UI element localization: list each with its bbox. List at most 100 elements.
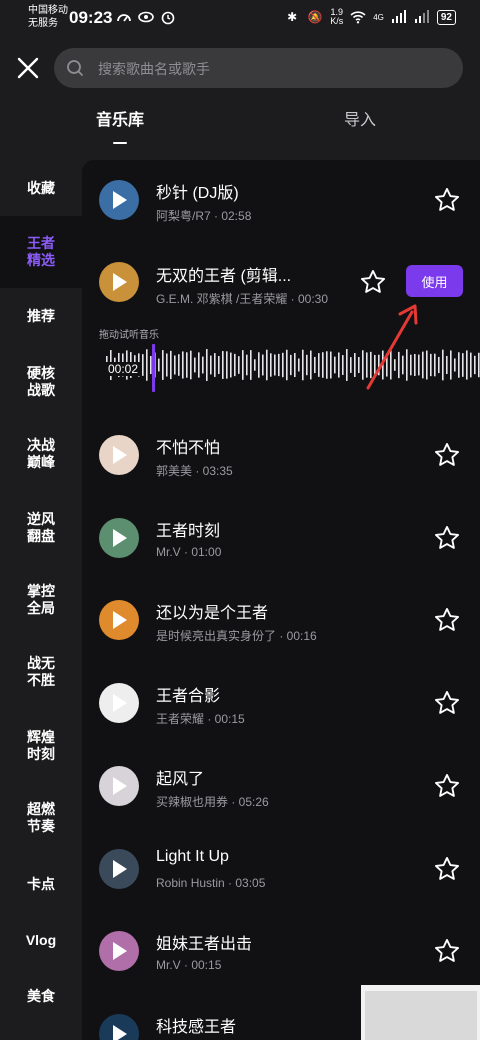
playhead-handle[interactable] bbox=[152, 344, 155, 392]
waveform-bar bbox=[314, 356, 316, 374]
waveform-bar bbox=[158, 358, 160, 372]
song-row[interactable]: Light It Up Robin Hustin · 03:05 bbox=[82, 829, 480, 909]
sidebar-item-vlog[interactable]: Vlog bbox=[0, 912, 82, 968]
sidebar-item-hype-beat[interactable]: 超燃 节奏 bbox=[0, 782, 82, 854]
waveform-bar bbox=[246, 354, 248, 376]
song-meta: G.E.M. 邓紫棋 /王者荣耀 · 00:30 bbox=[156, 292, 329, 306]
waveform-bar bbox=[178, 354, 180, 376]
song-cover[interactable] bbox=[99, 1014, 139, 1040]
song-row[interactable]: 王者时刻 Mr.V · 01:00 bbox=[82, 498, 480, 578]
sidebar-item-label: 收藏 bbox=[27, 179, 55, 196]
waveform-bar bbox=[306, 354, 308, 376]
sidebar-item-label: 掌控 全局 bbox=[27, 583, 55, 616]
waveform-bar bbox=[166, 353, 168, 377]
play-icon bbox=[113, 191, 127, 209]
waveform-bar bbox=[478, 352, 480, 378]
song-row[interactable]: 起风了 买辣椒也用券 · 05:26 bbox=[82, 746, 480, 826]
song-cover[interactable] bbox=[99, 180, 139, 220]
song-row[interactable]: 姐妹王者出击 Mr.V · 00:15 bbox=[82, 911, 480, 991]
waveform-bar bbox=[286, 349, 288, 381]
star-outline-icon[interactable] bbox=[359, 268, 387, 296]
song-title: 无双的王者 (剪辑... bbox=[156, 268, 292, 285]
sidebar-item-invincible[interactable]: 战无 不胜 bbox=[0, 636, 82, 708]
sidebar-item-label: 硬核 战歌 bbox=[27, 365, 55, 398]
speedometer-icon bbox=[117, 14, 131, 22]
waveform-bar bbox=[302, 349, 304, 381]
play-icon bbox=[113, 694, 127, 712]
waveform-bar bbox=[222, 351, 224, 379]
play-icon bbox=[113, 529, 127, 547]
floating-thumbnail-image bbox=[365, 991, 477, 1040]
song-title: 起风了 bbox=[156, 771, 205, 788]
carrier-service: 无服务 bbox=[28, 18, 58, 29]
sidebar-item-label: 卡点 bbox=[27, 875, 55, 892]
sidebar-item-food[interactable]: 美食 bbox=[0, 968, 82, 1024]
floating-thumbnail[interactable] bbox=[361, 985, 480, 1040]
song-cover[interactable] bbox=[99, 931, 139, 971]
waveform-bar bbox=[262, 354, 264, 376]
star-outline-icon[interactable] bbox=[433, 524, 461, 552]
waveform-bar bbox=[282, 352, 284, 378]
song-cover[interactable] bbox=[99, 766, 139, 806]
waveform-bar bbox=[290, 354, 292, 376]
play-icon bbox=[113, 942, 127, 960]
waveform-bar bbox=[218, 356, 220, 374]
waveform-bar bbox=[250, 350, 252, 380]
waveform-bar bbox=[174, 355, 176, 375]
star-outline-icon[interactable] bbox=[433, 937, 461, 965]
sidebar-item-showdown[interactable]: 决战 巅峰 bbox=[0, 418, 82, 490]
sidebar-item-favorites[interactable]: 收藏 bbox=[0, 160, 82, 216]
waveform-bar bbox=[206, 349, 208, 381]
star-outline-icon[interactable] bbox=[433, 689, 461, 717]
play-icon bbox=[113, 860, 127, 878]
waveform-bar bbox=[186, 352, 188, 378]
star-outline-icon[interactable] bbox=[433, 441, 461, 469]
song-row[interactable]: 秒针 (DJ版) 阿梨粤/R7 · 02:58 bbox=[82, 160, 480, 240]
sidebar-item-beat-sync[interactable]: 卡点 bbox=[0, 856, 82, 912]
song-cover[interactable] bbox=[99, 262, 139, 302]
waveform-bar bbox=[230, 352, 232, 378]
sidebar-item-hardcore[interactable]: 硬核 战歌 bbox=[0, 346, 82, 418]
waveform-bar bbox=[142, 354, 144, 376]
sidebar-item-glory[interactable]: 辉煌 时刻 bbox=[0, 710, 82, 782]
song-meta: 王者荣耀 · 00:15 bbox=[156, 712, 245, 726]
play-icon bbox=[113, 273, 127, 291]
song-meta: 是时候亮出真实身份了 · 00:16 bbox=[156, 629, 317, 643]
sidebar-item-recommended[interactable]: 推荐 bbox=[0, 288, 82, 344]
waveform-bar bbox=[438, 356, 440, 374]
search-bar[interactable] bbox=[54, 48, 463, 90]
song-cover[interactable] bbox=[99, 849, 139, 889]
waveform-bar bbox=[446, 355, 448, 375]
waveform-bar bbox=[214, 353, 216, 377]
waveform-bar bbox=[470, 352, 472, 378]
waveform-bar bbox=[298, 358, 300, 372]
battery-indicator: 92 bbox=[436, 9, 456, 25]
star-outline-icon[interactable] bbox=[433, 772, 461, 800]
waveform-bar bbox=[322, 352, 324, 378]
waveform-bar bbox=[162, 350, 164, 380]
status-icons-left bbox=[116, 9, 176, 25]
song-row[interactable]: 王者合影 王者荣耀 · 00:15 bbox=[82, 663, 480, 743]
song-cover[interactable] bbox=[99, 435, 139, 475]
sidebar-item-label: 战无 不胜 bbox=[27, 655, 55, 688]
tab-import[interactable]: 导入 bbox=[344, 106, 376, 130]
waveform-bar bbox=[190, 350, 192, 380]
song-row[interactable]: 还以为是个王者 是时候亮出真实身份了 · 00:16 bbox=[82, 580, 480, 660]
sidebar-item-control[interactable]: 掌控 全局 bbox=[0, 564, 82, 636]
search-input[interactable] bbox=[96, 48, 440, 90]
sidebar-item-king-picks[interactable]: 王者 精选 bbox=[0, 216, 82, 288]
waveform-bar bbox=[270, 353, 272, 377]
song-row[interactable]: 不怕不怕 郭美美 · 03:35 bbox=[82, 415, 480, 495]
song-cover[interactable] bbox=[99, 518, 139, 558]
song-cover[interactable] bbox=[99, 600, 139, 640]
waveform-bar bbox=[346, 349, 348, 381]
star-outline-icon[interactable] bbox=[433, 606, 461, 634]
sidebar-item-label: Vlog bbox=[25, 931, 57, 948]
use-button[interactable]: 使用 bbox=[406, 265, 463, 297]
song-cover[interactable] bbox=[99, 683, 139, 723]
sidebar-item-comeback[interactable]: 逆风 翻盘 bbox=[0, 492, 82, 564]
close-icon[interactable] bbox=[15, 55, 41, 81]
star-outline-icon[interactable] bbox=[433, 855, 461, 883]
tab-music-library[interactable]: 音乐库 bbox=[96, 106, 144, 130]
star-outline-icon[interactable] bbox=[433, 186, 461, 214]
